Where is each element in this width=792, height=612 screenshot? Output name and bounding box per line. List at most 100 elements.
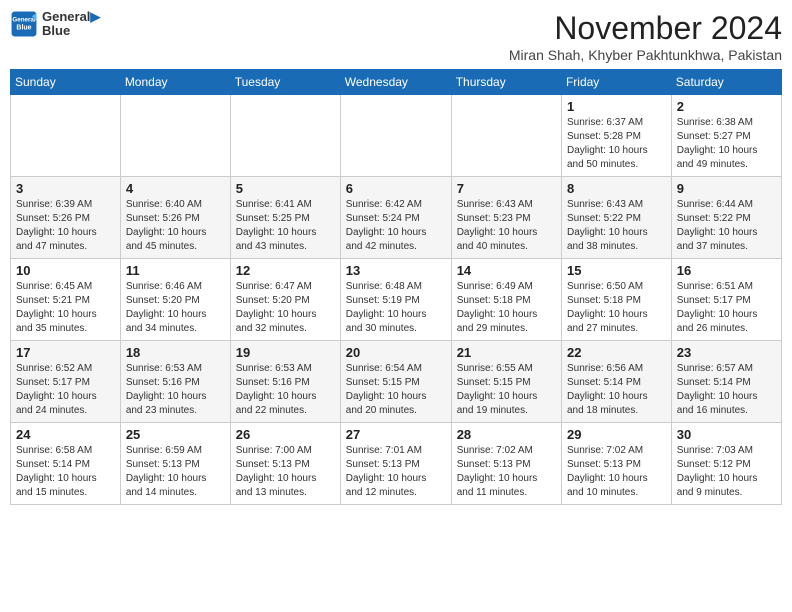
day-number: 25 [126,427,225,442]
day-info: Sunrise: 6:52 AM Sunset: 5:17 PM Dayligh… [16,362,115,418]
calendar-cell: 8Sunrise: 6:43 AM Sunset: 5:22 PM Daylig… [561,177,671,259]
weekday-header: Monday [120,70,230,95]
day-number: 10 [16,263,115,278]
day-number: 9 [677,181,776,196]
day-info: Sunrise: 6:37 AM Sunset: 5:28 PM Dayligh… [567,116,666,172]
day-number: 11 [126,263,225,278]
day-number: 12 [236,263,335,278]
calendar-cell: 3Sunrise: 6:39 AM Sunset: 5:26 PM Daylig… [11,177,121,259]
calendar-cell: 23 Sunrise: 6:57 AM Sunset: 5:14 PM Dayli… [671,341,781,423]
logo: General Blue General▶ Blue [10,10,100,39]
day-number: 26 [236,427,335,442]
calendar-cell [230,95,340,177]
calendar-week-row: 3Sunrise: 6:39 AM Sunset: 5:26 PM Daylig… [11,177,782,259]
calendar-cell: 14Sunrise: 6:49 AM Sunset: 5:18 PM Dayli… [451,259,561,341]
day-number: 7 [457,181,556,196]
day-info: Sunrise: 7:03 AM Sunset: 5:12 PM Dayligh… [677,444,776,500]
calendar-week-row: 10 Sunrise: 6:45 AM Sunset: 5:21 PM Dayli… [11,259,782,341]
day-info: Sunrise: 6:38 AM Sunset: 5:27 PM Dayligh… [677,116,776,172]
day-number: 29 [567,427,666,442]
day-info: Sunrise: 6:48 AM Sunset: 5:19 PM Dayligh… [346,280,446,336]
calendar-cell: 16 Sunrise: 6:51 AM Sunset: 5:17 PM Dayli… [671,259,781,341]
day-info: Sunrise: 7:01 AM Sunset: 5:13 PM Dayligh… [346,444,446,500]
calendar-cell: 5Sunrise: 6:41 AM Sunset: 5:25 PM Daylig… [230,177,340,259]
calendar-body: 1 Sunrise: 6:37 AM Sunset: 5:28 PM Daylig… [11,95,782,505]
day-info: Sunrise: 6:55 AM Sunset: 5:15 PM Dayligh… [457,362,556,418]
day-info: Sunrise: 6:47 AM Sunset: 5:20 PM Dayligh… [236,280,335,336]
calendar-table: SundayMondayTuesdayWednesdayThursdayFrid… [10,69,782,505]
weekday-header: Saturday [671,70,781,95]
calendar-cell: 2 Sunrise: 6:38 AM Sunset: 5:27 PM Daylig… [671,95,781,177]
calendar-cell: 19 Sunrise: 6:53 AM Sunset: 5:16 PM Dayli… [230,341,340,423]
day-info: Sunrise: 7:00 AM Sunset: 5:13 PM Dayligh… [236,444,335,500]
weekday-header: Thursday [451,70,561,95]
calendar-cell: 10 Sunrise: 6:45 AM Sunset: 5:21 PM Dayli… [11,259,121,341]
day-number: 30 [677,427,776,442]
logo-icon: General Blue [10,10,38,38]
day-number: 19 [236,345,335,360]
day-info: Sunrise: 7:02 AM Sunset: 5:13 PM Dayligh… [567,444,666,500]
day-number: 6 [346,181,446,196]
day-info: Sunrise: 6:54 AM Sunset: 5:15 PM Dayligh… [346,362,446,418]
day-info: Sunrise: 6:57 AM Sunset: 5:14 PM Dayligh… [677,362,776,418]
day-info: Sunrise: 6:59 AM Sunset: 5:13 PM Dayligh… [126,444,225,500]
calendar-cell: 9 Sunrise: 6:44 AM Sunset: 5:22 PM Daylig… [671,177,781,259]
logo-text: General▶ Blue [42,10,100,39]
calendar-cell: 4Sunrise: 6:40 AM Sunset: 5:26 PM Daylig… [120,177,230,259]
day-number: 20 [346,345,446,360]
calendar-cell: 26 Sunrise: 7:00 AM Sunset: 5:13 PM Dayli… [230,423,340,505]
day-number: 1 [567,99,666,114]
day-info: Sunrise: 6:53 AM Sunset: 5:16 PM Dayligh… [236,362,335,418]
day-info: Sunrise: 6:42 AM Sunset: 5:24 PM Dayligh… [346,198,446,254]
day-info: Sunrise: 6:50 AM Sunset: 5:18 PM Dayligh… [567,280,666,336]
calendar-cell [340,95,451,177]
day-info: Sunrise: 6:45 AM Sunset: 5:21 PM Dayligh… [16,280,115,336]
day-number: 2 [677,99,776,114]
calendar-cell [451,95,561,177]
calendar-cell: 12 Sunrise: 6:47 AM Sunset: 5:20 PM Dayli… [230,259,340,341]
calendar-week-row: 24Sunrise: 6:58 AM Sunset: 5:14 PM Dayli… [11,423,782,505]
calendar-cell: 24Sunrise: 6:58 AM Sunset: 5:14 PM Dayli… [11,423,121,505]
day-info: Sunrise: 6:46 AM Sunset: 5:20 PM Dayligh… [126,280,225,336]
weekday-header: Tuesday [230,70,340,95]
calendar-week-row: 17 Sunrise: 6:52 AM Sunset: 5:17 PM Dayli… [11,341,782,423]
day-info: Sunrise: 6:51 AM Sunset: 5:17 PM Dayligh… [677,280,776,336]
day-number: 27 [346,427,446,442]
calendar-cell: 15 Sunrise: 6:50 AM Sunset: 5:18 PM Dayli… [561,259,671,341]
calendar-cell: 27 Sunrise: 7:01 AM Sunset: 5:13 PM Dayli… [340,423,451,505]
day-number: 28 [457,427,556,442]
calendar-cell: 22Sunrise: 6:56 AM Sunset: 5:14 PM Dayli… [561,341,671,423]
day-number: 16 [677,263,776,278]
day-number: 5 [236,181,335,196]
day-info: Sunrise: 6:58 AM Sunset: 5:14 PM Dayligh… [16,444,115,500]
day-number: 15 [567,263,666,278]
calendar-header: SundayMondayTuesdayWednesdayThursdayFrid… [11,70,782,95]
day-info: Sunrise: 6:39 AM Sunset: 5:26 PM Dayligh… [16,198,115,254]
calendar-cell: 17 Sunrise: 6:52 AM Sunset: 5:17 PM Dayli… [11,341,121,423]
day-info: Sunrise: 6:44 AM Sunset: 5:22 PM Dayligh… [677,198,776,254]
calendar-cell: 28 Sunrise: 7:02 AM Sunset: 5:13 PM Dayli… [451,423,561,505]
day-number: 23 [677,345,776,360]
svg-text:Blue: Blue [16,25,31,32]
day-number: 17 [16,345,115,360]
day-info: Sunrise: 6:43 AM Sunset: 5:23 PM Dayligh… [457,198,556,254]
calendar-cell: 29 Sunrise: 7:02 AM Sunset: 5:13 PM Dayli… [561,423,671,505]
day-number: 4 [126,181,225,196]
day-number: 13 [346,263,446,278]
calendar-cell: 18Sunrise: 6:53 AM Sunset: 5:16 PM Dayli… [120,341,230,423]
weekday-header: Friday [561,70,671,95]
calendar-cell [120,95,230,177]
svg-text:General: General [12,17,35,24]
calendar-cell [11,95,121,177]
day-info: Sunrise: 6:43 AM Sunset: 5:22 PM Dayligh… [567,198,666,254]
title-block: November 2024 Miran Shah, Khyber Pakhtun… [509,10,782,63]
day-info: Sunrise: 7:02 AM Sunset: 5:13 PM Dayligh… [457,444,556,500]
day-number: 22 [567,345,666,360]
calendar-cell: 13 Sunrise: 6:48 AM Sunset: 5:19 PM Dayli… [340,259,451,341]
calendar-cell: 25 Sunrise: 6:59 AM Sunset: 5:13 PM Dayli… [120,423,230,505]
day-number: 21 [457,345,556,360]
calendar-cell: 1 Sunrise: 6:37 AM Sunset: 5:28 PM Daylig… [561,95,671,177]
weekday-header: Sunday [11,70,121,95]
calendar-cell: 20 Sunrise: 6:54 AM Sunset: 5:15 PM Dayli… [340,341,451,423]
day-info: Sunrise: 6:53 AM Sunset: 5:16 PM Dayligh… [126,362,225,418]
